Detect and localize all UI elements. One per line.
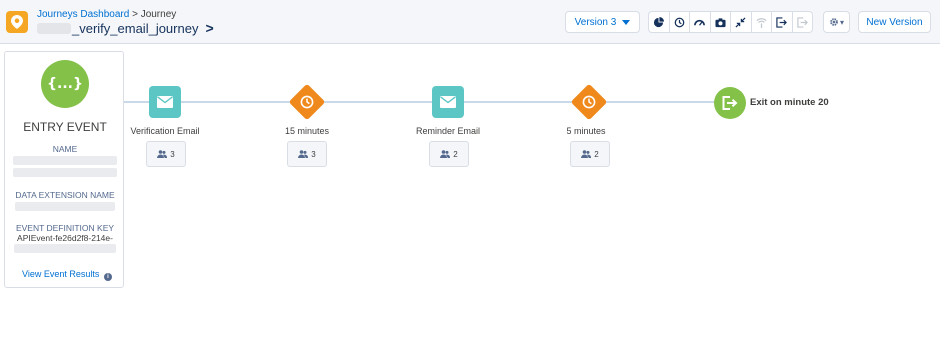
data-extension-name-label: DATA EXTENSION NAME (15, 190, 115, 200)
exit-node[interactable] (714, 87, 746, 119)
chart-icon[interactable] (649, 12, 670, 32)
view-event-results-link[interactable]: View Event Results (22, 269, 99, 279)
contact-count-badge[interactable]: 2 (570, 141, 610, 167)
collapse-icon[interactable] (731, 12, 752, 32)
breadcrumb: Journeys Dashboard > Journey (37, 9, 176, 20)
journey-path-line (124, 101, 732, 103)
location-pin-icon[interactable] (6, 11, 28, 33)
event-definition-key-value: APIEvent-fe26d2f8-214e- (17, 233, 113, 243)
envelope-icon (440, 96, 456, 108)
step-label: Verification Email (130, 126, 200, 136)
breadcrumb-current: Journey (140, 9, 177, 20)
exit-icon[interactable] (772, 12, 793, 32)
settings-menu-button[interactable]: ▾ (823, 11, 850, 33)
caret-down-icon (622, 19, 631, 25)
clock-icon (582, 95, 596, 109)
people-icon (581, 150, 592, 158)
history-icon[interactable] (670, 12, 690, 32)
email-activity-node[interactable] (432, 86, 464, 118)
step-label: 5 minutes (566, 126, 606, 136)
people-icon (440, 150, 451, 158)
redacted-text (37, 22, 71, 34)
envelope-icon (157, 96, 173, 108)
new-version-button[interactable]: New Version (858, 11, 931, 33)
version-label: Version 3 (574, 16, 617, 28)
exit-label: Exit on minute 20 (750, 97, 829, 108)
version-dropdown-button[interactable]: Version 3 (565, 11, 640, 33)
info-icon[interactable]: i (104, 273, 112, 281)
entry-event-title: ENTRY EVENT (23, 120, 107, 134)
step-label: Reminder Email (415, 126, 481, 136)
gauge-icon[interactable] (690, 12, 711, 32)
entry-event-panel[interactable]: {...} ENTRY EVENT NAME DATA EXTENSION NA… (4, 51, 124, 288)
name-label: NAME (52, 144, 78, 154)
redacted-event-key (14, 244, 116, 253)
contact-count-badge[interactable]: 2 (429, 141, 469, 167)
journey-header: Journeys Dashboard > Journey _verify_ema… (0, 0, 940, 44)
redacted-data-extension-name (15, 202, 115, 211)
journey-name-text: _verify_email_journey (72, 20, 199, 36)
email-activity-node[interactable] (149, 86, 181, 118)
redacted-name (13, 168, 117, 177)
journey-name[interactable]: _verify_email_journey > (37, 20, 214, 36)
contact-count: 3 (311, 149, 316, 159)
contact-count-badge[interactable]: 3 (287, 141, 327, 167)
journey-toolbar (648, 11, 813, 33)
people-icon (157, 150, 168, 158)
exit-disabled-icon (793, 12, 813, 32)
broadcast-icon (752, 12, 772, 32)
contact-count: 2 (594, 149, 599, 159)
camera-icon[interactable] (711, 12, 731, 32)
step-label: 15 minutes (284, 126, 330, 136)
contact-count-badge[interactable]: 3 (146, 141, 186, 167)
people-icon (298, 150, 309, 158)
redacted-name (13, 156, 117, 165)
clock-icon (300, 95, 314, 109)
gear-icon (830, 18, 838, 26)
contact-count: 3 (170, 149, 175, 159)
contact-count: 2 (453, 149, 458, 159)
caret-down-icon: ▾ (839, 17, 844, 27)
event-definition-key-label: EVENT DEFINITION KEY (15, 223, 115, 233)
exit-icon (722, 96, 738, 110)
api-event-icon: {...} (41, 60, 89, 108)
breadcrumb-journeys-dashboard-link[interactable]: Journeys Dashboard (37, 9, 129, 20)
breadcrumb-separator: > (132, 9, 138, 20)
chevron-right-icon[interactable]: > (205, 20, 213, 36)
